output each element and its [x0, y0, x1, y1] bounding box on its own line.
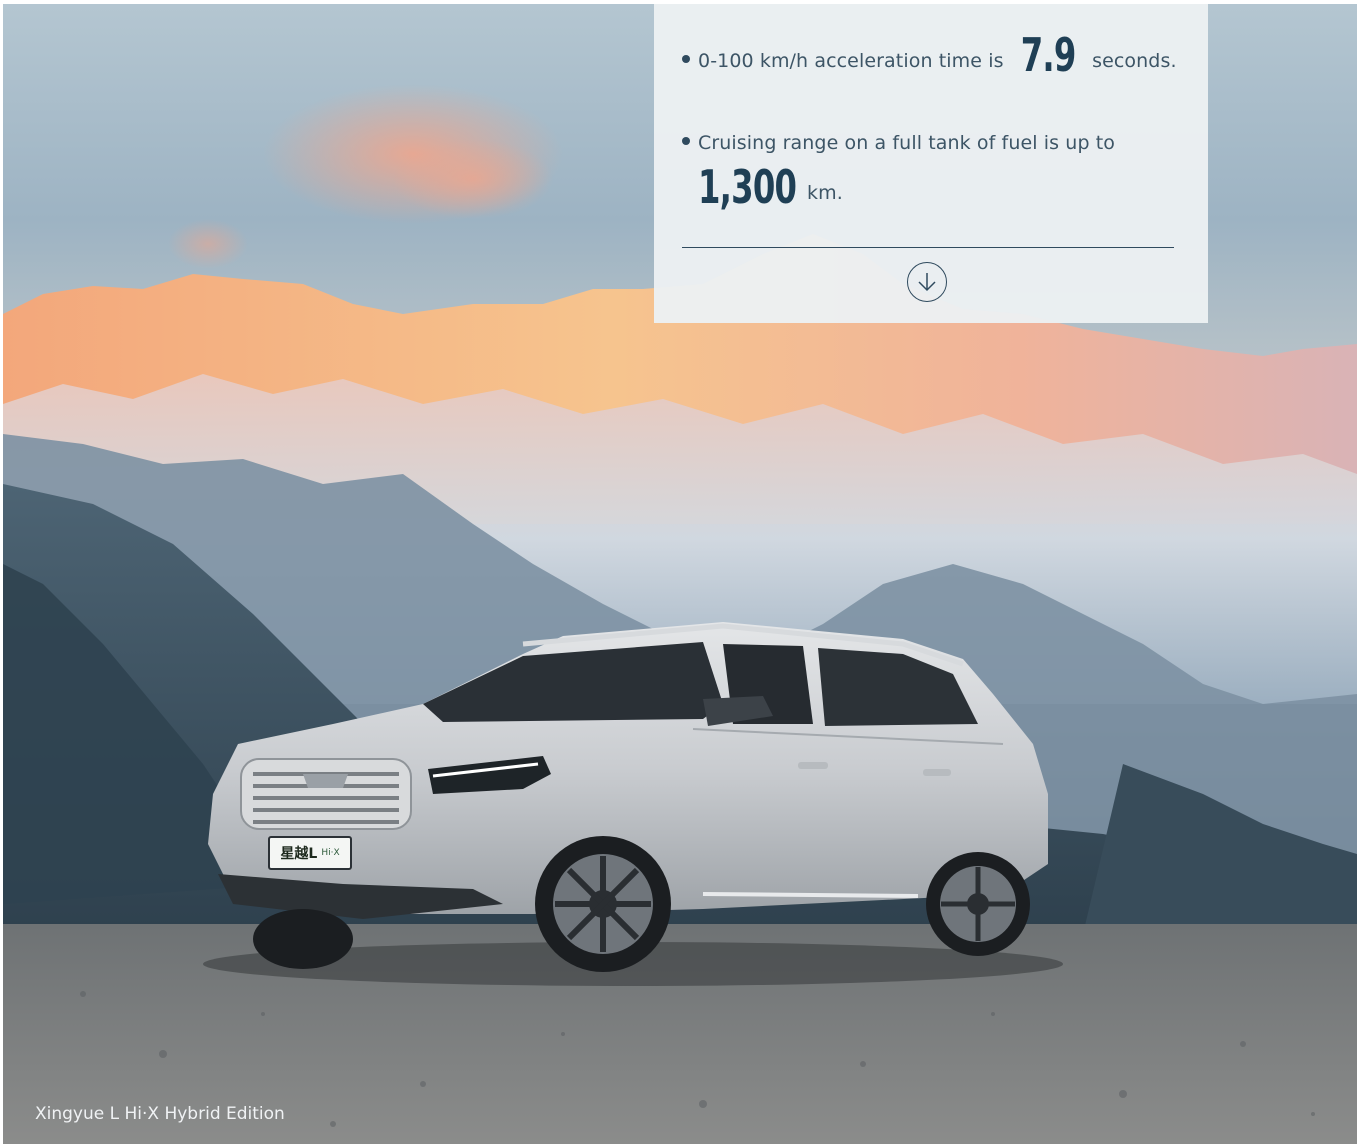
spec-card: 0-100 km/h acceleration time is 7.9 seco… [654, 4, 1208, 323]
feature-prefix: Cruising range on a full tank of fuel is… [698, 132, 1116, 154]
image-caption: Xingyue L Hi·X Hybrid Edition [35, 1104, 285, 1124]
feature-suffix: km. [807, 182, 843, 204]
plate-model: 星越L [280, 846, 318, 862]
divider [682, 247, 1174, 248]
feature-suffix: seconds. [1092, 50, 1177, 72]
hero-image: 星越L Hi·X 0-100 km/h acceleration time is… [3, 4, 1357, 1144]
scroll-down-button[interactable] [907, 262, 947, 302]
bullet-icon [682, 137, 690, 145]
arrow-down-circle-icon [918, 273, 936, 292]
license-plate: 星越L Hi·X [268, 836, 352, 870]
feature-value: 7.9 [1020, 28, 1076, 82]
plate-badge: Hi·X [321, 848, 340, 858]
feature-acceleration: 0-100 km/h acceleration time is 7.9 seco… [682, 28, 1177, 82]
feature-prefix: 0-100 km/h acceleration time is [698, 50, 1004, 72]
feature-value: 1,300 [698, 160, 797, 214]
feature-range: Cruising range on a full tank of fuel is… [682, 132, 1182, 214]
bullet-icon [682, 55, 690, 63]
